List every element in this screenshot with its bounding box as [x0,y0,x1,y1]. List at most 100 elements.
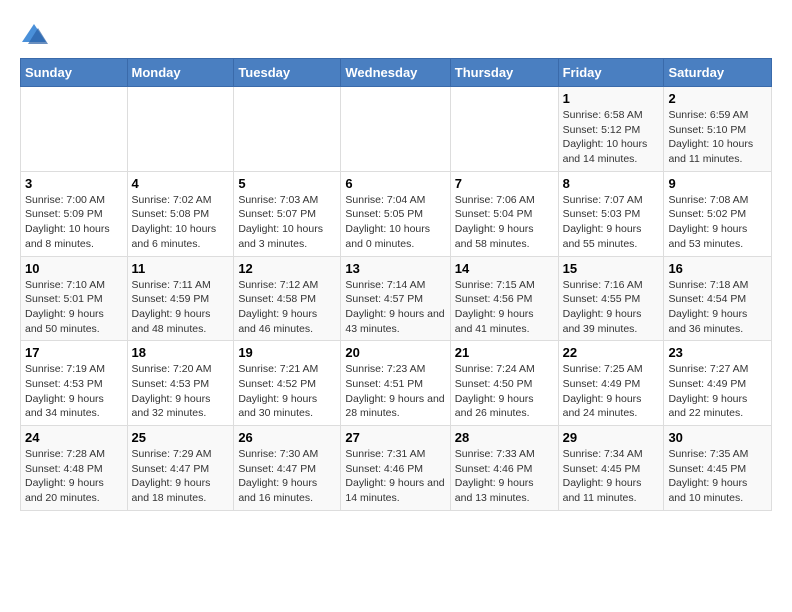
day-info: Sunrise: 7:21 AM Sunset: 4:52 PM Dayligh… [238,362,336,421]
day-info: Sunrise: 7:11 AM Sunset: 4:59 PM Dayligh… [132,278,230,337]
calendar-day-cell: 10Sunrise: 7:10 AM Sunset: 5:01 PM Dayli… [21,256,128,341]
day-number: 6 [345,176,445,191]
day-info: Sunrise: 7:29 AM Sunset: 4:47 PM Dayligh… [132,447,230,506]
day-info: Sunrise: 6:58 AM Sunset: 5:12 PM Dayligh… [563,108,660,167]
logo [20,20,52,48]
day-number: 18 [132,345,230,360]
day-number: 2 [668,91,767,106]
calendar-day-cell: 28 Sunrise: 7:33 AM Sunset: 4:46 PM Dayli… [450,426,558,511]
day-info: Sunrise: 7:15 AM Sunset: 4:56 PM Dayligh… [455,278,554,337]
day-number: 28 [455,430,554,445]
day-info: Sunrise: 7:25 AM Sunset: 4:49 PM Dayligh… [563,362,660,421]
day-info: Sunrise: 6:59 AM Sunset: 5:10 PM Dayligh… [668,108,767,167]
calendar-header: SundayMondayTuesdayWednesdayThursdayFrid… [21,59,772,87]
day-info: Sunrise: 7:08 AM Sunset: 5:02 PM Dayligh… [668,193,767,252]
calendar-day-cell: 3 Sunrise: 7:00 AM Sunset: 5:09 PM Daylig… [21,171,128,256]
day-of-week-header: Tuesday [234,59,341,87]
day-info: Sunrise: 7:27 AM Sunset: 4:49 PM Dayligh… [668,362,767,421]
day-number: 21 [455,345,554,360]
day-info: Sunrise: 7:35 AM Sunset: 4:45 PM Dayligh… [668,447,767,506]
day-of-week-header: Friday [558,59,664,87]
calendar-day-cell: 2 Sunrise: 6:59 AM Sunset: 5:10 PM Daylig… [664,87,772,172]
calendar-day-cell [450,87,558,172]
day-number: 24 [25,430,123,445]
day-number: 29 [563,430,660,445]
logo-icon [20,20,48,48]
calendar-week-row: 17 Sunrise: 7:19 AM Sunset: 4:53 PM Dayli… [21,341,772,426]
day-number: 25 [132,430,230,445]
calendar-day-cell: 22 Sunrise: 7:25 AM Sunset: 4:49 PM Dayli… [558,341,664,426]
calendar-day-cell: 12 Sunrise: 7:12 AM Sunset: 4:58 PM Dayli… [234,256,341,341]
day-info: Sunrise: 7:03 AM Sunset: 5:07 PM Dayligh… [238,193,336,252]
day-info: Sunrise: 7:19 AM Sunset: 4:53 PM Dayligh… [25,362,123,421]
calendar-week-row: 1 Sunrise: 6:58 AM Sunset: 5:12 PM Daylig… [21,87,772,172]
day-number: 13 [345,261,445,276]
day-number: 9 [668,176,767,191]
day-of-week-header: Saturday [664,59,772,87]
calendar-day-cell [21,87,128,172]
calendar-day-cell: 5 Sunrise: 7:03 AM Sunset: 5:07 PM Daylig… [234,171,341,256]
calendar-day-cell: 14 Sunrise: 7:15 AM Sunset: 4:56 PM Dayli… [450,256,558,341]
calendar-day-cell: 17 Sunrise: 7:19 AM Sunset: 4:53 PM Dayli… [21,341,128,426]
day-info: Sunrise: 7:28 AM Sunset: 4:48 PM Dayligh… [25,447,123,506]
calendar-day-cell: 24 Sunrise: 7:28 AM Sunset: 4:48 PM Dayli… [21,426,128,511]
day-number: 27 [345,430,445,445]
calendar-day-cell: 8Sunrise: 7:07 AM Sunset: 5:03 PM Daylig… [558,171,664,256]
calendar-table: SundayMondayTuesdayWednesdayThursdayFrid… [20,58,772,511]
day-of-week-header: Monday [127,59,234,87]
day-number: 20 [345,345,445,360]
day-info: Sunrise: 7:10 AM Sunset: 5:01 PM Dayligh… [25,278,123,337]
day-number: 17 [25,345,123,360]
calendar-day-cell: 30 Sunrise: 7:35 AM Sunset: 4:45 PM Dayli… [664,426,772,511]
calendar-day-cell: 26 Sunrise: 7:30 AM Sunset: 4:47 PM Dayli… [234,426,341,511]
day-number: 16 [668,261,767,276]
calendar-day-cell: 4Sunrise: 7:02 AM Sunset: 5:08 PM Daylig… [127,171,234,256]
day-number: 22 [563,345,660,360]
day-info: Sunrise: 7:16 AM Sunset: 4:55 PM Dayligh… [563,278,660,337]
day-number: 11 [132,261,230,276]
day-info: Sunrise: 7:06 AM Sunset: 5:04 PM Dayligh… [455,193,554,252]
calendar-week-row: 24 Sunrise: 7:28 AM Sunset: 4:48 PM Dayli… [21,426,772,511]
day-info: Sunrise: 7:20 AM Sunset: 4:53 PM Dayligh… [132,362,230,421]
calendar-day-cell: 1 Sunrise: 6:58 AM Sunset: 5:12 PM Daylig… [558,87,664,172]
day-of-week-header: Sunday [21,59,128,87]
calendar-day-cell [341,87,450,172]
calendar-week-row: 3 Sunrise: 7:00 AM Sunset: 5:09 PM Daylig… [21,171,772,256]
calendar-day-cell: 15 Sunrise: 7:16 AM Sunset: 4:55 PM Dayli… [558,256,664,341]
calendar-day-cell [234,87,341,172]
day-info: Sunrise: 7:30 AM Sunset: 4:47 PM Dayligh… [238,447,336,506]
day-info: Sunrise: 7:24 AM Sunset: 4:50 PM Dayligh… [455,362,554,421]
day-of-week-header: Wednesday [341,59,450,87]
day-number: 14 [455,261,554,276]
day-number: 5 [238,176,336,191]
day-number: 26 [238,430,336,445]
calendar-day-cell: 19Sunrise: 7:21 AM Sunset: 4:52 PM Dayli… [234,341,341,426]
day-number: 1 [563,91,660,106]
calendar-day-cell: 16 Sunrise: 7:18 AM Sunset: 4:54 PM Dayli… [664,256,772,341]
calendar-day-cell: 25 Sunrise: 7:29 AM Sunset: 4:47 PM Dayli… [127,426,234,511]
day-info: Sunrise: 7:23 AM Sunset: 4:51 PM Dayligh… [345,362,445,421]
calendar-day-cell: 11 Sunrise: 7:11 AM Sunset: 4:59 PM Dayli… [127,256,234,341]
calendar-day-cell: 13 Sunrise: 7:14 AM Sunset: 4:57 PM Dayli… [341,256,450,341]
day-info: Sunrise: 7:12 AM Sunset: 4:58 PM Dayligh… [238,278,336,337]
day-info: Sunrise: 7:33 AM Sunset: 4:46 PM Dayligh… [455,447,554,506]
calendar-day-cell: 21 Sunrise: 7:24 AM Sunset: 4:50 PM Dayli… [450,341,558,426]
day-number: 15 [563,261,660,276]
day-of-week-header: Thursday [450,59,558,87]
day-number: 3 [25,176,123,191]
day-number: 8 [563,176,660,191]
calendar-day-cell: 7 Sunrise: 7:06 AM Sunset: 5:04 PM Daylig… [450,171,558,256]
day-info: Sunrise: 7:14 AM Sunset: 4:57 PM Dayligh… [345,278,445,337]
day-info: Sunrise: 7:02 AM Sunset: 5:08 PM Dayligh… [132,193,230,252]
calendar-day-cell: 27 Sunrise: 7:31 AM Sunset: 4:46 PM Dayli… [341,426,450,511]
day-info: Sunrise: 7:04 AM Sunset: 5:05 PM Dayligh… [345,193,445,252]
calendar-day-cell: 29Sunrise: 7:34 AM Sunset: 4:45 PM Dayli… [558,426,664,511]
day-info: Sunrise: 7:00 AM Sunset: 5:09 PM Dayligh… [25,193,123,252]
day-number: 7 [455,176,554,191]
day-info: Sunrise: 7:18 AM Sunset: 4:54 PM Dayligh… [668,278,767,337]
page-header [20,20,772,48]
day-number: 30 [668,430,767,445]
day-info: Sunrise: 7:31 AM Sunset: 4:46 PM Dayligh… [345,447,445,506]
calendar-day-cell: 20 Sunrise: 7:23 AM Sunset: 4:51 PM Dayli… [341,341,450,426]
day-number: 12 [238,261,336,276]
